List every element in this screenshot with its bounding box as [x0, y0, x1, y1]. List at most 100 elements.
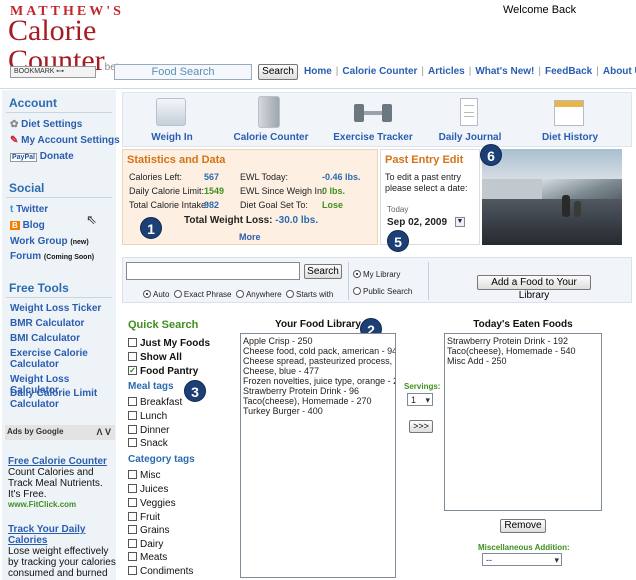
- list-item[interactable]: Taco(cheese), Homemade - 270: [243, 396, 393, 406]
- ad-text: Lose weight effectively by tracking your…: [8, 546, 116, 579]
- filter-label: Food Pantry: [140, 366, 199, 377]
- library-public-search[interactable]: Public Search: [353, 286, 412, 296]
- date-dropdown-icon[interactable]: ▼: [455, 217, 465, 227]
- social-heading: Social: [9, 181, 45, 195]
- sidebar-item-bmr-calculator[interactable]: BMR Calculator: [10, 318, 110, 329]
- sidebar-item-diet-settings[interactable]: ✿ Diet Settings: [10, 119, 82, 130]
- list-item[interactable]: Misc Add - 250: [447, 356, 599, 366]
- step-badge-3: 3: [184, 380, 206, 402]
- weigh-in-button[interactable]: Weigh In: [130, 96, 214, 144]
- filter-just-my-foods[interactable]: Just My Foods: [128, 337, 210, 350]
- new-badge: (new): [70, 239, 89, 246]
- ad-track-calories: Track Your Daily Calories Lose weight ef…: [8, 524, 116, 579]
- sidebar-item-twitter[interactable]: t Twitter: [10, 204, 48, 215]
- header-search-button[interactable]: Search: [258, 64, 298, 80]
- misc-addition-label: Miscellaneous Addition:: [478, 543, 570, 552]
- ad-title[interactable]: Free Calorie Counter: [8, 456, 116, 467]
- checkmark-icon: ✓: [128, 365, 137, 375]
- radio-icon: [143, 289, 151, 298]
- sidebar-item-bmi-calculator[interactable]: BMI Calculator: [10, 333, 110, 344]
- sidebar-item-label: Forum: [10, 251, 42, 262]
- dumbbell-icon: [354, 104, 392, 122]
- tag-misc[interactable]: Misc: [128, 469, 161, 482]
- ewl-since-weigh-in-label: EWL Since Weigh In:: [240, 186, 325, 196]
- list-item[interactable]: Frozen novelties, juice type, orange - 2: [243, 376, 395, 386]
- tag-grains[interactable]: Grains: [128, 524, 169, 537]
- food-library-list[interactable]: Apple Crisp - 250 Cheese food, cold pack…: [240, 333, 396, 578]
- nav-articles[interactable]: Articles: [428, 66, 465, 77]
- filter-food-pantry[interactable]: ✓ Food Pantry: [128, 365, 198, 378]
- mode-starts-with[interactable]: Starts with: [285, 289, 333, 299]
- mode-label: Anywhere: [245, 290, 282, 299]
- eaten-foods-list[interactable]: Strawberry Protein Drink - 192 Taco(chee…: [444, 333, 602, 511]
- sidebar-item-daily-calorie-limit-calculator[interactable]: Daily Calorie Limit Calculator: [10, 388, 110, 410]
- bookmark-button[interactable]: BOOKMARK ▪▫▪: [10, 66, 96, 78]
- tag-lunch[interactable]: Lunch: [128, 410, 167, 423]
- daily-journal-button[interactable]: Daily Journal: [428, 96, 512, 144]
- list-item[interactable]: Taco(cheese), Homemade - 540: [447, 346, 599, 356]
- tag-juices[interactable]: Juices: [128, 483, 168, 496]
- diet-history-label: Diet History: [541, 132, 599, 143]
- tag-label: Dairy: [140, 539, 164, 550]
- diet-history-button[interactable]: Diet History: [528, 96, 612, 144]
- tag-dairy[interactable]: Dairy: [128, 538, 163, 551]
- nav-calorie-counter[interactable]: Calorie Counter: [342, 66, 417, 77]
- list-item[interactable]: Strawberry Protein Drink - 96: [243, 386, 393, 396]
- sidebar-item-forum[interactable]: Forum (Coming Soon): [10, 251, 94, 262]
- tag-label: Dinner: [140, 425, 170, 436]
- stats-more-link[interactable]: More: [239, 232, 261, 242]
- tag-dinner[interactable]: Dinner: [128, 424, 169, 437]
- library-my-library[interactable]: My Library: [353, 269, 400, 279]
- sidebar-item-exercise-calorie-calculator[interactable]: Exercise Calorie Calculator: [10, 348, 110, 370]
- ad-url[interactable]: www.FitClick.com: [8, 500, 116, 509]
- total-weight-loss-label: Total Weight Loss:: [184, 215, 273, 226]
- exercise-tracker-button[interactable]: Exercise Tracker: [328, 96, 418, 144]
- add-food-to-library-button[interactable]: Add a Food to Your Library: [477, 275, 591, 301]
- misc-addition-select[interactable]: --: [482, 553, 562, 566]
- tag-label: Lunch: [140, 411, 168, 422]
- list-item[interactable]: Cheese, blue - 477: [243, 366, 393, 376]
- welcome-text: Welcome Back: [503, 4, 577, 16]
- mode-auto[interactable]: Auto: [143, 289, 169, 299]
- nav-whats-new[interactable]: What's New!: [475, 66, 534, 77]
- weigh-in-label: Weigh In: [151, 132, 193, 143]
- nav-feedback[interactable]: FeedBack: [545, 66, 592, 77]
- sidebar-item-my-account-settings[interactable]: ✎ My Account Settings: [10, 135, 120, 146]
- list-item[interactable]: Apple Crisp - 250: [243, 336, 393, 346]
- calorie-counter-button[interactable]: Calorie Counter: [228, 96, 314, 144]
- ads-nav-arrows[interactable]: Λ V: [96, 427, 111, 437]
- ad-title[interactable]: Track Your Daily Calories: [8, 524, 116, 546]
- past-entry-date[interactable]: Sep 02, 2009: [387, 217, 447, 228]
- servings-select[interactable]: 1: [407, 393, 433, 406]
- tag-veggies[interactable]: Veggies: [128, 497, 176, 510]
- mode-exact-phrase[interactable]: Exact Phrase: [173, 289, 232, 299]
- food-search-input[interactable]: Food Search: [114, 64, 252, 80]
- food-search-field[interactable]: [126, 262, 300, 280]
- mode-anywhere[interactable]: Anywhere: [235, 289, 282, 299]
- list-item[interactable]: Turkey Burger - 400: [243, 406, 393, 416]
- nav-home[interactable]: Home: [304, 66, 332, 77]
- step-badge-1: 1: [140, 217, 162, 239]
- add-to-eaten-button[interactable]: >>>: [409, 420, 433, 433]
- nav-about-us[interactable]: About Us: [603, 66, 636, 77]
- search-button[interactable]: Search: [304, 264, 342, 279]
- checkbox-icon: [128, 351, 137, 361]
- sidebar-item-weight-loss-ticker[interactable]: Weight Loss Ticker: [10, 303, 110, 314]
- tag-breakfast[interactable]: Breakfast: [128, 396, 182, 409]
- remove-button[interactable]: Remove: [500, 519, 546, 533]
- gear-icon: ✿: [10, 119, 19, 130]
- step-badge-6: 6: [480, 144, 502, 166]
- list-item[interactable]: Strawberry Protein Drink - 192: [447, 336, 599, 346]
- sidebar-item-work-group[interactable]: Work Group (new): [10, 236, 89, 247]
- filter-show-all[interactable]: Show All: [128, 351, 182, 364]
- total-calorie-intake-value: 982: [204, 200, 220, 210]
- sidebar-item-donate[interactable]: PayPal Donate: [10, 151, 74, 162]
- sidebar-item-blog[interactable]: B Blog: [10, 220, 45, 231]
- tag-snack[interactable]: Snack: [128, 437, 168, 450]
- exercise-tracker-label: Exercise Tracker: [333, 132, 413, 143]
- tag-fruit[interactable]: Fruit: [128, 511, 160, 524]
- tag-condiments[interactable]: Condiments: [128, 565, 193, 578]
- list-item[interactable]: Cheese spread, pasteurized process, a: [243, 356, 395, 366]
- tag-meats[interactable]: Meats: [128, 551, 167, 564]
- list-item[interactable]: Cheese food, cold pack, american - 94: [243, 346, 395, 356]
